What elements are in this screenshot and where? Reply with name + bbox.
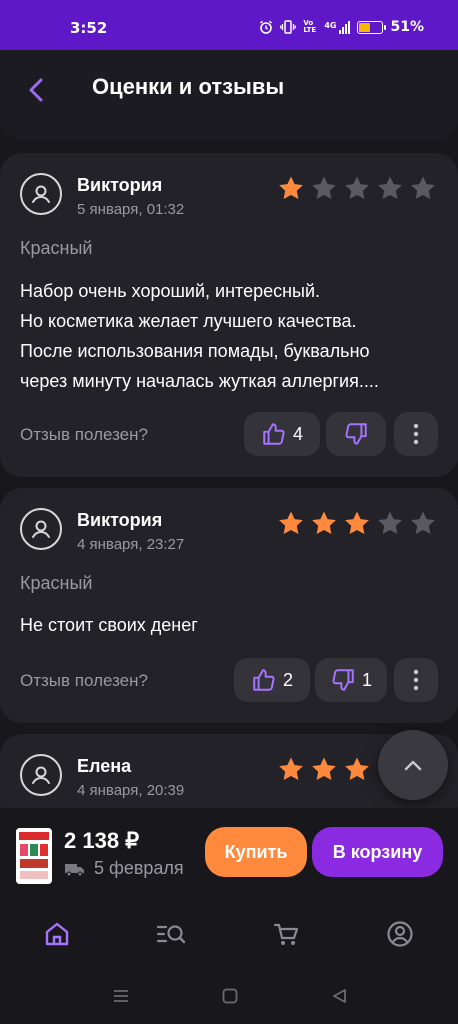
product-price: 2 138 ₽ [64, 828, 140, 853]
chevron-up-icon [404, 760, 422, 771]
delivery-date: 5 февраля [94, 858, 184, 878]
more-vertical-icon [413, 423, 419, 445]
menu-icon [114, 990, 128, 1002]
review-date: 4 января, 20:39 [77, 782, 185, 799]
review-text: Набор очень хороший, интересный. Но косм… [20, 276, 438, 396]
vibrate-icon [280, 20, 297, 34]
dislike-button[interactable]: 1 [315, 658, 387, 702]
helpful-label: Отзыв полезен? [20, 425, 148, 444]
star-empty-icon [411, 511, 435, 534]
review-author: Виктория [77, 175, 163, 195]
catalog-search-icon [156, 925, 186, 944]
star-filled-icon [345, 511, 369, 534]
star-filled-icon [345, 757, 369, 780]
scroll-to-top-button[interactable] [378, 730, 448, 800]
review-text-line: Набор очень хороший, интересный. [20, 281, 321, 301]
star-empty-icon [345, 176, 369, 199]
tab-home[interactable] [37, 914, 77, 954]
triangle-back-icon [333, 989, 346, 1003]
more-button[interactable] [394, 412, 438, 456]
star-filled-icon [279, 176, 303, 199]
star-empty-icon [378, 176, 402, 199]
back-button[interactable] [16, 70, 56, 110]
star-filled-icon [312, 511, 336, 534]
review-text: Не стоит своих денег [20, 610, 438, 640]
delivery-info: 5 февраля [64, 858, 184, 879]
review-card: Виктория 5 января, 01:32 Красный Набор о… [0, 153, 458, 477]
star-filled-icon [312, 757, 336, 780]
review-date: 5 января, 01:32 [77, 201, 185, 218]
user-icon [32, 520, 50, 538]
review-variant: Красный [20, 573, 93, 593]
alarm-icon [260, 20, 273, 34]
status-bar: 3:52 Vo LTE 4G 51% [0, 0, 458, 50]
star-empty-icon [378, 511, 402, 534]
avatar [20, 173, 62, 215]
star-empty-icon [312, 176, 336, 199]
chevron-left-icon [29, 78, 43, 102]
product-image [16, 828, 52, 884]
battery-icon [357, 20, 387, 34]
dislike-count: 1 [361, 669, 372, 690]
review-author: Виктория [77, 510, 163, 530]
battery-fill [359, 22, 371, 32]
tab-bar [0, 904, 458, 964]
square-icon [222, 988, 238, 1004]
cart-icon [273, 923, 299, 945]
rating-stars [276, 508, 438, 538]
status-icons: Vo LTE 4G 51% [259, 19, 424, 35]
helpful-label: Отзыв полезен? [20, 671, 148, 690]
star-filled-icon [279, 511, 303, 534]
home-nav-button[interactable] [216, 982, 244, 1010]
recent-apps-button[interactable] [107, 982, 135, 1010]
home-icon [45, 922, 69, 946]
volte-icon: Vo LTE [303, 19, 317, 34]
star-empty-icon [411, 176, 435, 199]
tab-cart[interactable] [266, 914, 306, 954]
back-nav-button[interactable] [325, 982, 353, 1010]
buy-bar: 2 138 ₽ 5 февраля Купить В корзину [0, 808, 458, 904]
network-type: 4G [324, 20, 337, 30]
review-text-line: Не стоит своих денег [20, 615, 198, 635]
review-text-line: через минуту началась жуткая аллергия...… [20, 371, 379, 391]
avatar [20, 754, 62, 796]
like-button[interactable]: 2 [234, 658, 310, 702]
review-date: 4 января, 23:27 [77, 536, 185, 553]
page-title: Оценки и отзывы [92, 74, 285, 99]
system-nav-bar [0, 964, 458, 1024]
status-time: 3:52 [70, 19, 108, 37]
signal-4g-icon: 4G [324, 20, 351, 34]
review-text-line: Но косметика желает лучшего качества. [20, 311, 357, 331]
thumbs-down-icon [345, 423, 367, 445]
tab-catalog[interactable] [151, 914, 191, 954]
battery-percent: 51% [390, 19, 424, 35]
review-card: Виктория 4 января, 23:27 Красный Не стои… [0, 488, 458, 723]
profile-icon [387, 921, 413, 947]
buy-button[interactable]: Купить [205, 827, 307, 877]
product-thumbnail[interactable] [16, 828, 52, 884]
like-count: 4 [292, 423, 303, 444]
star-filled-icon [279, 757, 303, 780]
user-icon [32, 185, 50, 203]
thumbs-down-icon [332, 669, 354, 691]
like-count: 2 [282, 669, 293, 690]
tab-profile[interactable] [380, 914, 420, 954]
user-icon [32, 766, 50, 784]
more-button[interactable] [394, 658, 438, 702]
header: Оценки и отзывы [0, 50, 458, 140]
review-variant: Красный [20, 238, 93, 258]
rating-stars [276, 173, 438, 203]
add-to-cart-button[interactable]: В корзину [312, 827, 443, 877]
avatar [20, 508, 62, 550]
like-button[interactable]: 4 [244, 412, 320, 456]
thumbs-up-icon [263, 423, 285, 445]
truck-icon [65, 863, 84, 876]
thumbs-up-icon [253, 669, 275, 691]
more-vertical-icon [413, 669, 419, 691]
dislike-button[interactable] [326, 412, 386, 456]
review-author: Елена [77, 756, 132, 776]
review-text-line: После использования помады, буквально [20, 341, 370, 361]
